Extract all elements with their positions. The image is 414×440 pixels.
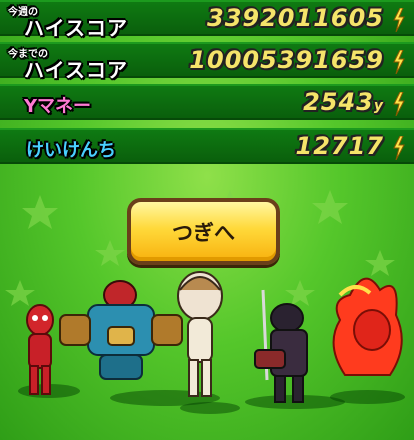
money-unit: y xyxy=(373,98,384,114)
red-yokai-character xyxy=(26,304,54,395)
weekly-label: ハイスコア xyxy=(24,16,128,40)
weekly-high-score-value: 3392011605 xyxy=(207,4,384,32)
money-label: Yマネー xyxy=(24,96,92,117)
samurai-yokai-character xyxy=(254,289,308,403)
bolt-icon xyxy=(393,136,405,160)
pale-yokai-character xyxy=(177,271,223,397)
armored-yokai-character xyxy=(59,280,183,380)
exp-row: けいけんち 12717 xyxy=(0,128,414,164)
bolt-icon xyxy=(393,8,405,32)
exp-value: 12717 xyxy=(295,132,384,160)
exp-label: けいけんち xyxy=(26,140,116,161)
money-row: Yマネー 2543y xyxy=(0,84,414,120)
bg-star-icon xyxy=(22,195,58,229)
bg-star-icon xyxy=(95,240,125,266)
result-screen: 今週の ハイスコア 3392011605 今までの ハイスコア 10005391… xyxy=(0,0,414,440)
money-value: 2543 xyxy=(303,88,374,116)
bolt-icon xyxy=(393,50,405,74)
alltime-high-score-value: 10005391659 xyxy=(189,46,384,74)
alltime-high-score-row: 今までの ハイスコア 10005391659 xyxy=(0,42,414,82)
fire-yokai-character xyxy=(332,277,403,376)
character-party xyxy=(26,271,403,403)
bg-star-icon xyxy=(312,190,348,224)
money-value-wrap: 2543y xyxy=(303,88,384,116)
next-button[interactable]: つぎへ xyxy=(127,198,280,265)
weekly-high-score-row: 今週の ハイスコア 3392011605 xyxy=(0,0,414,40)
bolt-icon xyxy=(393,92,405,116)
alltime-label: ハイスコア xyxy=(24,58,128,82)
